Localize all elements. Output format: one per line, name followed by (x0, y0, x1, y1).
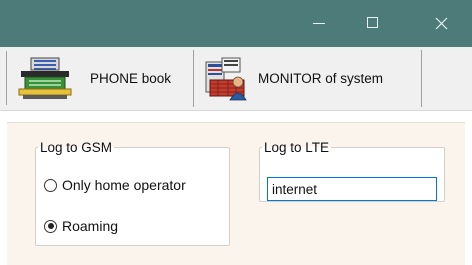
lte-group: Log to LTE (259, 140, 445, 202)
lte-group-label: Log to LTE (264, 140, 330, 155)
phone-book-label: PHONE book (90, 71, 172, 86)
maximize-button[interactable] (351, 0, 397, 47)
radio-circle[interactable] (44, 178, 57, 192)
toolbar: PHONE book MONITOR of system (0, 47, 472, 111)
radio-label: Only home operator (62, 177, 186, 193)
settings-area: Log to GSM Only home operator Roaming Lo… (0, 111, 472, 265)
radio-label: Roaming (62, 218, 119, 234)
phone-book-icon (18, 57, 72, 99)
gsm-group-label: Log to GSM (40, 140, 113, 155)
radio-only-home-operator[interactable]: Only home operator (44, 175, 186, 195)
minimize-button[interactable] (297, 0, 343, 47)
gsm-group: Log to GSM Only home operator Roaming (35, 140, 230, 246)
title-bar (0, 0, 472, 47)
monitor-button[interactable]: MONITOR of system (194, 50, 422, 107)
monitor-icon (205, 57, 247, 101)
settings-panel: Log to GSM Only home operator Roaming Lo… (7, 122, 465, 265)
close-icon (435, 17, 448, 30)
phone-book-button[interactable]: PHONE book (7, 50, 194, 107)
maximize-icon (367, 17, 378, 28)
close-button[interactable] (419, 0, 465, 47)
lte-apn-input[interactable] (267, 177, 437, 201)
radio-roaming[interactable]: Roaming (44, 216, 118, 236)
monitor-label: MONITOR of system (258, 71, 384, 86)
radio-circle-checked[interactable] (44, 219, 57, 233)
minimize-icon (313, 23, 325, 24)
